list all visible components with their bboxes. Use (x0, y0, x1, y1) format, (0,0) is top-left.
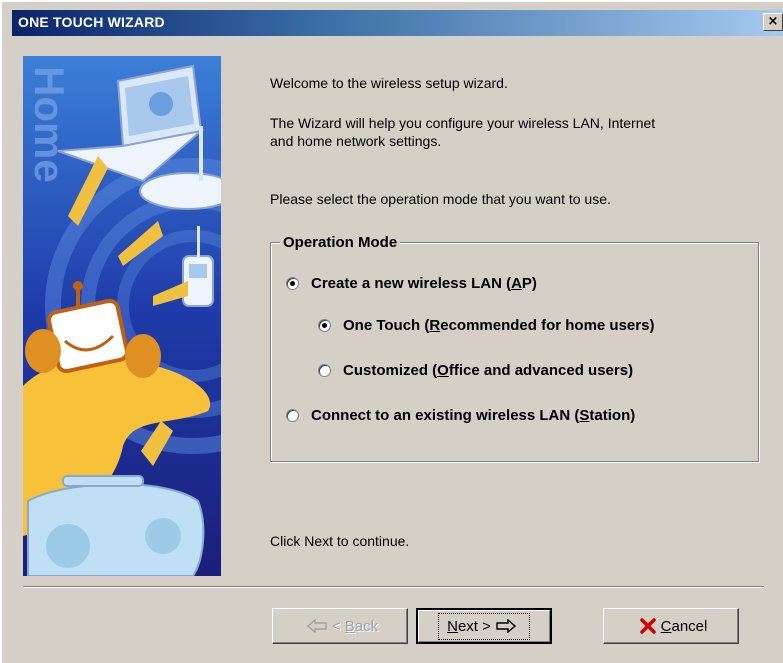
banner-artwork: Home (23, 56, 221, 576)
cancel-button[interactable]: Cancel (603, 608, 739, 644)
access-key: A (511, 275, 522, 292)
title-bar[interactable]: ONE TOUCH WIZARD × (12, 10, 783, 36)
label-text: P) (521, 275, 537, 292)
arrow-right-icon (496, 619, 516, 633)
radio-create-ap-button[interactable] (286, 277, 299, 290)
description-line-1: The Wizard will help you configure your … (270, 115, 656, 131)
continue-text: Click Next to continue. (270, 533, 410, 549)
next-focus: Next > (438, 612, 530, 640)
label-text: ancel (671, 617, 708, 635)
next-button[interactable]: Next > (416, 608, 552, 644)
welcome-text: Welcome to the wireless setup wizard. (270, 75, 508, 91)
window-title: ONE TOUCH WIZARD (18, 14, 165, 30)
close-button[interactable]: × (763, 13, 783, 31)
next-label: Next > (447, 618, 491, 635)
radio-one-touch[interactable]: One Touch (Recommended for home users) (318, 317, 654, 334)
separator (23, 586, 764, 588)
operation-mode-label: Operation Mode (280, 234, 401, 251)
radio-customized-button[interactable] (318, 364, 331, 377)
radio-customized-label: Customized (Office and advanced users) (343, 362, 633, 379)
arrow-left-icon (306, 619, 327, 633)
access-key: R (429, 317, 441, 334)
prompt-text: Please select the operation mode that yo… (270, 191, 611, 207)
access-key: N (447, 617, 458, 635)
label-text: ffice and advanced users) (448, 362, 634, 379)
access-key: S (579, 407, 590, 424)
label-text: ext > (457, 617, 491, 635)
label-text: < (331, 617, 345, 635)
radio-create-ap-label: Create a new wireless LAN (AP) (311, 275, 537, 292)
access-key: C (660, 617, 672, 635)
back-label: < Back (332, 618, 378, 635)
label-text: Customized ( (343, 362, 438, 379)
label-text: One Touch ( (343, 317, 430, 334)
radio-one-touch-button[interactable] (318, 319, 331, 332)
back-button[interactable]: < Back (272, 608, 408, 644)
description-line-2: and home network settings. (270, 133, 442, 149)
banner-illustration: Home (23, 56, 221, 576)
label-text: Connect to an existing wireless LAN ( (311, 407, 580, 424)
access-key: B (344, 617, 355, 635)
label-text: ack (354, 617, 379, 635)
radio-one-touch-label: One Touch (Recommended for home users) (343, 317, 654, 334)
label-text: tation) (589, 407, 636, 424)
radio-customized[interactable]: Customized (Office and advanced users) (318, 362, 633, 379)
label-text: ecommended for home users) (440, 317, 655, 334)
radio-station-button[interactable] (286, 409, 299, 422)
cancel-label: Cancel (661, 618, 708, 635)
access-key: O (437, 362, 449, 379)
wizard-window: ONE TOUCH WIZARD × Home Welcome to the w… (0, 0, 783, 663)
banner-watermark: Home (26, 66, 73, 183)
x-icon (639, 618, 656, 634)
boombox-icon (27, 475, 205, 576)
radio-station-label: Connect to an existing wireless LAN (Sta… (311, 407, 635, 424)
radio-station[interactable]: Connect to an existing wireless LAN (Sta… (286, 407, 635, 424)
label-text: Create a new wireless LAN ( (311, 275, 512, 292)
radio-create-ap[interactable]: Create a new wireless LAN (AP) (286, 275, 537, 292)
